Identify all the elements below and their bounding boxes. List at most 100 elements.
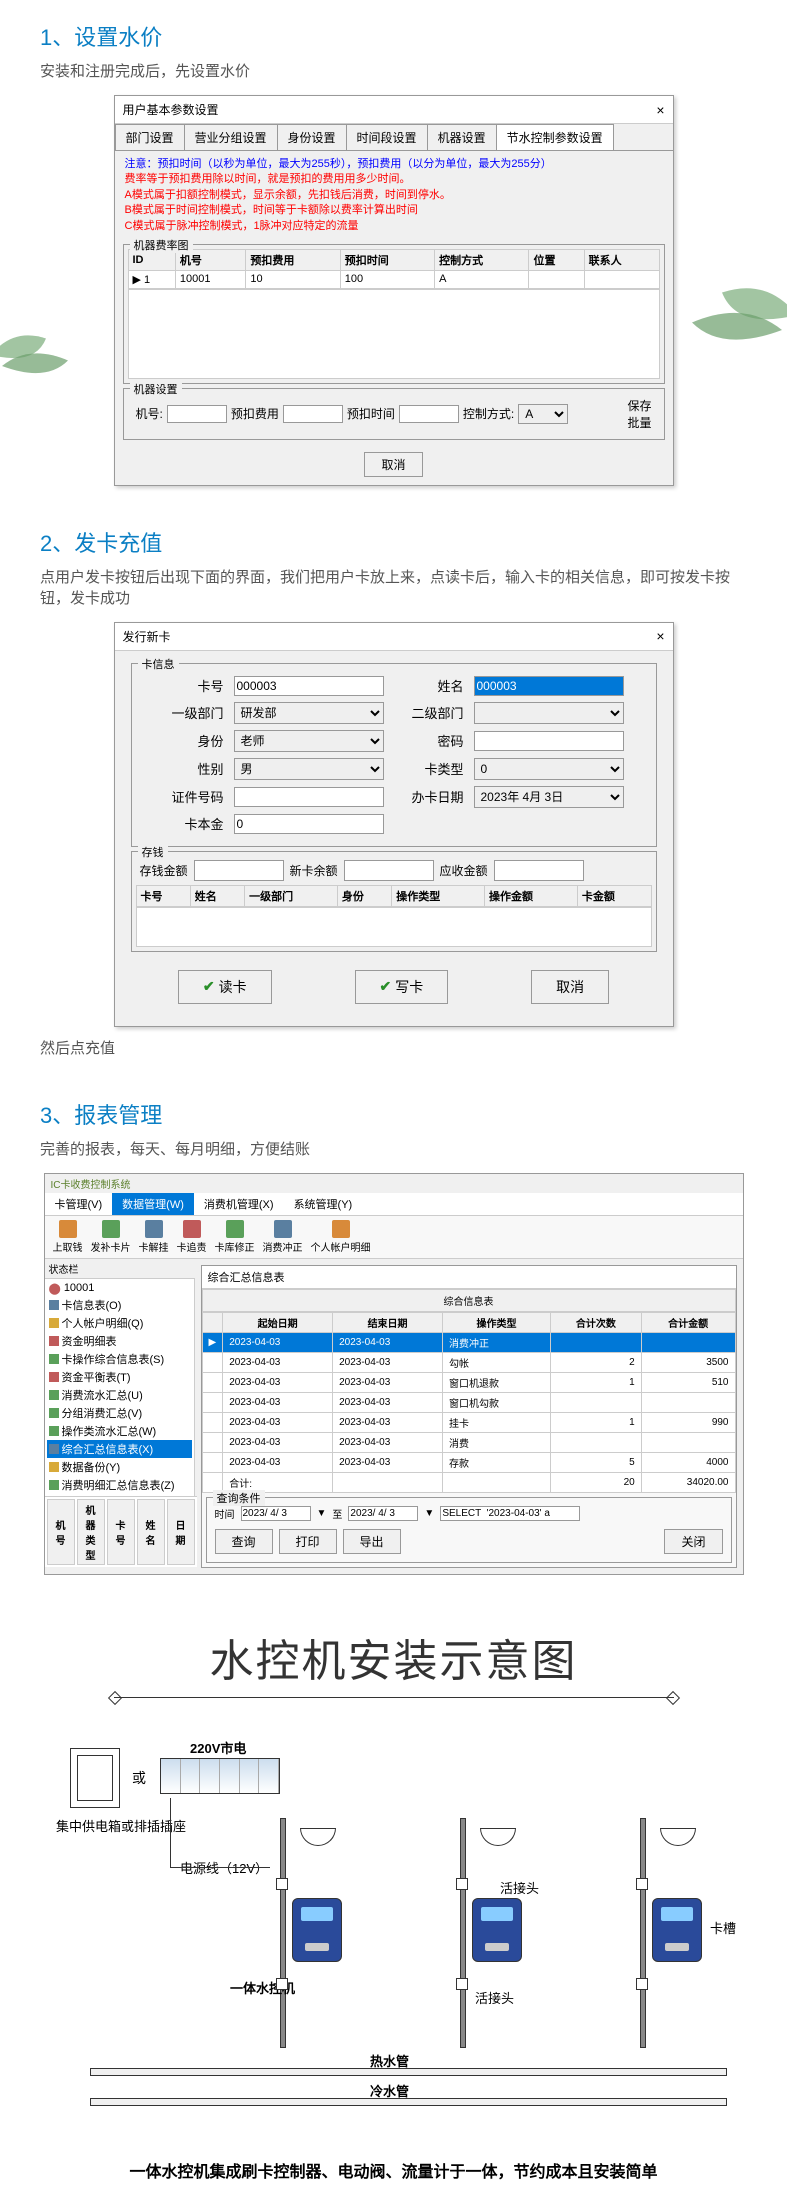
query-button[interactable]: 查询 [215,1529,273,1554]
report-app: IC卡收费控制系统 卡管理(V)数据管理(W)消费机管理(X)系统管理(Y) 上… [44,1173,744,1575]
section2-sub: 点用户发卡按钮后出现下面的界面，我们把用户卡放上来，点读卡后，输入卡的相关信息，… [40,566,747,608]
batch-button[interactable]: 批量 [627,414,651,431]
pwd-input[interactable] [474,731,624,751]
close-icon[interactable]: × [656,102,664,118]
controller-icon [292,1898,342,1962]
sql-input[interactable] [440,1506,580,1521]
dept1-select[interactable]: 研发部 [234,702,384,724]
tree-item[interactable]: 数据备份(Y) [47,1458,192,1476]
menu-item[interactable]: 消费机管理(X) [194,1193,284,1215]
mode-select[interactable]: A [518,404,568,424]
write-card-button[interactable]: ✔写卡 [355,970,449,1004]
tree-item[interactable]: 资金明细表 [47,1332,192,1350]
sex-select[interactable]: 男 [234,758,384,780]
time-input[interactable] [399,405,459,423]
fieldset-cardinfo: 卡信息 [138,656,179,672]
recv-input[interactable] [494,860,584,881]
tool-button[interactable]: 个人帐户明细 [311,1220,371,1254]
date-from[interactable] [241,1506,311,1521]
ctype-select[interactable]: 0 [474,758,624,780]
table-row[interactable]: 2023-04-032023-04-03勾帐23500 [202,1352,735,1372]
tree-item[interactable]: 消费明细汇总信息表(Z) [47,1476,192,1494]
notice-text: 注意：预扣时间（以秒为单位，最大为255秒），预扣费用（以分为单位，最大为255… [115,151,673,240]
tree-item[interactable]: 消费流水汇总(U) [47,1386,192,1404]
tab-group[interactable]: 营业分组设置 [184,124,278,150]
shower-head-icon [480,1828,516,1846]
diagram-title: 水控机安装示意图 [20,1625,767,1689]
dialog1-title: 用户基本参数设置 [123,101,219,118]
cardno-input[interactable] [234,676,384,696]
report-window: 综合汇总信息表 综合信息表 起始日期结束日期 操作类型合计次数合计金额 ▶202… [201,1265,737,1568]
tool-button[interactable]: 消费冲正 [263,1220,303,1254]
close-button[interactable]: 关闭 [664,1529,722,1554]
export-button[interactable]: 导出 [343,1529,401,1554]
controller-icon [652,1898,702,1962]
app-title: IC卡收费控制系统 [45,1174,743,1193]
table-row[interactable]: 2023-04-032023-04-03消费 [202,1432,735,1452]
tab-machine[interactable]: 机器设置 [427,124,497,150]
section1-sub: 安装和注册完成后，先设置水价 [40,60,747,81]
menu-item[interactable]: 数据管理(W) [112,1193,194,1215]
tree-item[interactable]: 资金平衡表(T) [47,1368,192,1386]
diagram-footer: 一体水控机集成刷卡控制器、电动阀、流量计于一体，节约成本且安装简单 [20,2158,767,2182]
dept2-select[interactable] [474,702,624,724]
fieldset-rate: 机器费率图 [130,237,193,253]
section2-title: 2、发卡充值 [40,526,747,558]
role-select[interactable]: 老师 [234,730,384,752]
tab-period[interactable]: 时间段设置 [346,124,428,150]
newbal-input[interactable] [344,860,434,881]
close-icon[interactable]: × [656,628,664,644]
save-button[interactable]: 保存 [627,397,651,414]
cancel-button[interactable]: 取消 [531,970,609,1004]
tab-dept[interactable]: 部门设置 [115,124,185,150]
machine-no-input[interactable] [167,405,227,423]
controller-icon [472,1898,522,1962]
fieldset-machine: 机器设置 [130,381,182,397]
tool-button[interactable]: 卡库修正 [215,1220,255,1254]
base-input[interactable] [234,814,384,834]
tool-button[interactable]: 上取钱 [53,1220,83,1254]
date-select[interactable]: 2023年 4月 3日 [474,786,624,808]
print-button[interactable]: 打印 [279,1529,337,1554]
table-row[interactable]: ▶2023-04-032023-04-03消费冲正 [202,1332,735,1352]
tab-role[interactable]: 身份设置 [277,124,347,150]
table-row[interactable]: 2023-04-032023-04-03窗口机退款1510 [202,1372,735,1392]
tree-item[interactable]: 卡信息表(O) [47,1296,192,1314]
rate-table: ID机号预扣费用 预扣时间控制方式位置联系人 ▶ 11000110 100A [128,249,660,289]
tree-item[interactable]: 分组消费汇总(V) [47,1404,192,1422]
date-to[interactable] [348,1506,418,1521]
tool-button[interactable]: 卡解挂 [139,1220,169,1254]
fieldset-deposit: 存钱 [138,844,168,860]
install-diagram: 220V市电 或 集中供电箱或排插插座 电源线（12V） 一体水控机 活接头 活… [50,1738,737,2138]
section1-title: 1、设置水价 [40,20,747,52]
app-menu: 卡管理(V)数据管理(W)消费机管理(X)系统管理(Y) [45,1193,743,1216]
tree-item[interactable]: 综合汇总信息表(X) [47,1440,192,1458]
dialog2-title: 发行新卡 [123,628,171,645]
table-row[interactable]: 合计:2034020.00 [202,1472,735,1492]
table-row[interactable]: ▶ 11000110 100A [128,270,659,288]
tree-item[interactable]: 操作类流水汇总(W) [47,1422,192,1440]
idno-input[interactable] [234,787,384,807]
table-row[interactable]: 2023-04-032023-04-03存款54000 [202,1452,735,1472]
fee-input[interactable] [283,405,343,423]
section3-sub: 完善的报表，每天、每月明细，方便结账 [40,1138,747,1159]
tool-button[interactable]: 卡追责 [177,1220,207,1254]
tool-button[interactable]: 发补卡片 [91,1220,131,1254]
deposit-input[interactable] [194,860,284,881]
menu-item[interactable]: 卡管理(V) [45,1193,113,1215]
deposit-table: 卡号姓名一级部门 身份操作类型操作金额卡金额 [136,885,652,907]
section3-title: 3、报表管理 [40,1098,747,1130]
name-input[interactable] [474,676,624,696]
tree-item[interactable]: 卡操作综合信息表(S) [47,1350,192,1368]
menu-item[interactable]: 系统管理(Y) [284,1193,363,1215]
toolbar: 上取钱发补卡片卡解挂卡追责卡库修正消费冲正个人帐户明细 [45,1216,743,1259]
read-card-button[interactable]: ✔读卡 [178,970,272,1004]
table-row[interactable]: 2023-04-032023-04-03挂卡1990 [202,1412,735,1432]
shower-head-icon [660,1828,696,1846]
table-row[interactable]: 2023-04-032023-04-03窗口机勾款 [202,1392,735,1412]
power-box-icon [70,1748,120,1808]
tab-row: 部门设置 营业分组设置 身份设置 时间段设置 机器设置 节水控制参数设置 [115,124,673,151]
cancel-button[interactable]: 取消 [364,452,422,477]
tab-water[interactable]: 节水控制参数设置 [496,124,614,150]
tree-item[interactable]: 个人帐户明细(Q) [47,1314,192,1332]
